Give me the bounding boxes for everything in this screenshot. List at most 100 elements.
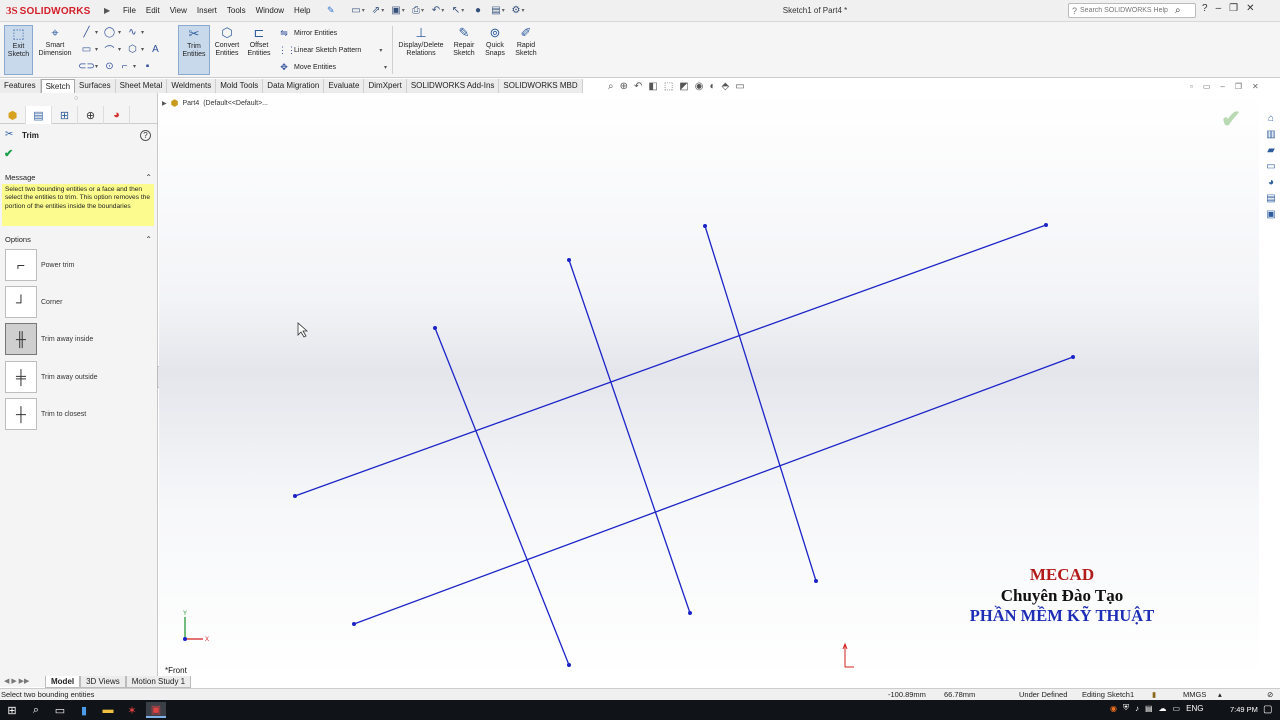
scene-icon[interactable]: ⬘ (722, 81, 730, 92)
circle-icon[interactable]: ◯ (103, 26, 116, 38)
ok-check-icon[interactable]: ✔ (4, 147, 13, 160)
tile-icon[interactable]: ▫ (1190, 82, 1193, 91)
file-properties-icon[interactable]: ▤ ▾ (490, 3, 506, 17)
tab-scroll-arrows[interactable]: ◀ ▶ ▶▶ (4, 677, 29, 685)
taskbar-clock[interactable]: 7:49 PM (1230, 705, 1258, 714)
zoom-to-fit-icon[interactable]: ⌕ (608, 81, 614, 92)
viewport-minimize-icon[interactable]: – (1220, 82, 1224, 91)
search-input[interactable] (1080, 7, 1173, 14)
configuration-manager-tab-icon[interactable]: ⊞ (52, 106, 78, 124)
sketch-line[interactable] (568, 259, 691, 614)
menu-help[interactable]: Help (289, 4, 315, 17)
sketch-endpoint[interactable] (1071, 355, 1075, 359)
units-dropdown-icon[interactable]: ▴ (1218, 690, 1222, 699)
options-group-header[interactable]: Options ⌃ (0, 233, 157, 246)
taskbar-search-icon[interactable]: ⌕ (26, 702, 46, 718)
file-explorer-icon[interactable]: ▭ (1264, 160, 1278, 172)
hide-show-icon[interactable]: ◉ (695, 81, 704, 92)
display-manager-tab-icon[interactable]: ◕ (104, 106, 130, 124)
solidworks-taskbar-icon[interactable]: ✶ (122, 702, 142, 718)
menu-edit[interactable]: Edit (141, 4, 165, 17)
status-units[interactable]: MMGS (1183, 690, 1206, 699)
message-group-header[interactable]: Message ⌃ (0, 171, 157, 184)
undo-icon[interactable]: ↶ ▾ (430, 3, 446, 17)
design-library-icon[interactable]: ▰ (1264, 144, 1278, 156)
sketch-endpoint[interactable] (567, 663, 571, 667)
trim-entities-button[interactable]: ✂ Trim Entities (178, 25, 210, 75)
battery-icon[interactable]: ▭ (1173, 704, 1181, 713)
rebuild-icon[interactable]: ● (470, 3, 486, 17)
sketch-endpoint[interactable] (433, 326, 437, 330)
rectangle-icon[interactable]: ▭ (80, 43, 93, 55)
option-trim-away-outside[interactable]: ╪ Trim away outside (5, 361, 155, 393)
resources-icon[interactable]: ▥ (1264, 128, 1278, 140)
sketch-endpoint[interactable] (703, 224, 707, 228)
avast-icon[interactable]: ◉ (1110, 704, 1117, 713)
expand-arrow-icon[interactable]: ▶ (162, 100, 167, 107)
dimxpert-manager-tab-icon[interactable]: ⊕ (78, 106, 104, 124)
viewport-close-icon[interactable]: ✕ (1252, 82, 1259, 91)
rebuild-indicator-icon[interactable]: ▮ (1152, 690, 1156, 699)
appearance-icon[interactable]: ◐ (709, 81, 715, 92)
print-icon[interactable]: ⎙ ▾ (410, 3, 426, 17)
save-icon[interactable]: ▣ ▾ (390, 3, 406, 17)
option-corner[interactable]: ┘ Corner (5, 286, 155, 318)
tab-weldments[interactable]: Weldments (167, 79, 217, 93)
home-icon[interactable]: ⌂ (1264, 112, 1278, 124)
quick-snaps-button[interactable]: ⊚ Quick Snaps (481, 25, 509, 75)
slot-icon[interactable]: ⊂⊃ (78, 60, 95, 72)
fillet-icon[interactable]: ⌐ (118, 60, 131, 72)
network-icon[interactable]: ▤ (1145, 704, 1153, 713)
repair-sketch-button[interactable]: ✎ Repair Sketch (450, 25, 478, 75)
option-trim-to-closest[interactable]: ┼ Trim to closest (5, 398, 155, 430)
sketch-line[interactable] (434, 327, 570, 666)
logo-expand-icon[interactable]: ▶ (104, 6, 110, 15)
forum-icon[interactable]: ▣ (1264, 208, 1278, 220)
custom-properties-icon[interactable]: ▤ (1264, 192, 1278, 204)
help-icon[interactable]: ? (140, 130, 151, 141)
sketch-endpoint[interactable] (1044, 223, 1048, 227)
offset-entities-button[interactable]: ⊏ Offset Entities (245, 25, 273, 75)
close-icon[interactable]: ✕ (1246, 3, 1254, 14)
select-arrow-icon[interactable]: ↖ ▾ (450, 3, 466, 17)
graphics-area[interactable]: Y X ▶ ⬢ Part4 (Default<<Default>... ✔ *F… (159, 93, 1259, 676)
sketch-endpoint[interactable] (688, 611, 692, 615)
tab-solidworks-mbd[interactable]: SOLIDWORKS MBD (499, 79, 583, 93)
volume-icon[interactable]: ♪ (1135, 704, 1139, 713)
display-style-icon[interactable]: ◩ (679, 81, 688, 92)
tab-surfaces[interactable]: Surfaces (75, 79, 116, 93)
tab-sketch[interactable]: Sketch (40, 79, 76, 93)
previous-view-icon[interactable]: ↶ (634, 81, 642, 92)
tab-evaluate[interactable]: Evaluate (324, 79, 365, 93)
sketch-endpoint[interactable] (814, 579, 818, 583)
property-manager-tab-icon[interactable]: ▤ (26, 106, 52, 124)
onedrive-icon[interactable]: ☁ (1159, 704, 1167, 713)
solidworks-active-icon[interactable]: ▣ (146, 702, 166, 718)
viewport-restore-icon[interactable]: ❐ (1235, 82, 1242, 91)
plane-icon[interactable]: ▪ (141, 60, 154, 72)
spline-icon[interactable]: ∿ (126, 26, 139, 38)
sketch-endpoint[interactable] (293, 494, 297, 498)
line-icon[interactable]: ╱ (80, 26, 93, 38)
view-orientation-icon[interactable]: ⬚ (664, 81, 673, 92)
mirror-entities-button[interactable]: ⇋ Mirror Entities (278, 28, 337, 39)
option-power-trim[interactable]: ⌐ Power trim (5, 249, 155, 281)
windows-start-icon[interactable]: ⊞ (2, 702, 22, 718)
file-explorer-icon[interactable]: ▬ (98, 702, 118, 718)
text-icon[interactable]: A (149, 43, 162, 55)
menu-window[interactable]: Window (251, 4, 289, 17)
task-view-icon[interactable]: ▭ (50, 702, 70, 718)
tab-dimxpert[interactable]: DimXpert (364, 79, 407, 93)
help-icon[interactable]: ? (1202, 3, 1208, 14)
solidworks-logo[interactable]: 3S SOLIDWORKS (6, 3, 91, 19)
tab-features[interactable]: Features (0, 79, 41, 93)
notifications-icon[interactable]: ▢ (1263, 704, 1272, 715)
section-view-icon[interactable]: ◧ (648, 81, 657, 92)
feature-tree-part-item[interactable]: ▶ ⬢ Part4 (Default<<Default>... (162, 98, 268, 109)
minimize-icon[interactable]: – (1216, 3, 1222, 14)
options-gear-icon[interactable]: ⚙ ▾ (510, 3, 526, 17)
menu-file[interactable]: File (118, 4, 141, 17)
sketch-line[interactable] (704, 225, 817, 582)
feature-manager-tab-icon[interactable]: ⬢ (0, 106, 26, 124)
option-trim-away-inside[interactable]: ╫ Trim away inside (5, 323, 155, 355)
